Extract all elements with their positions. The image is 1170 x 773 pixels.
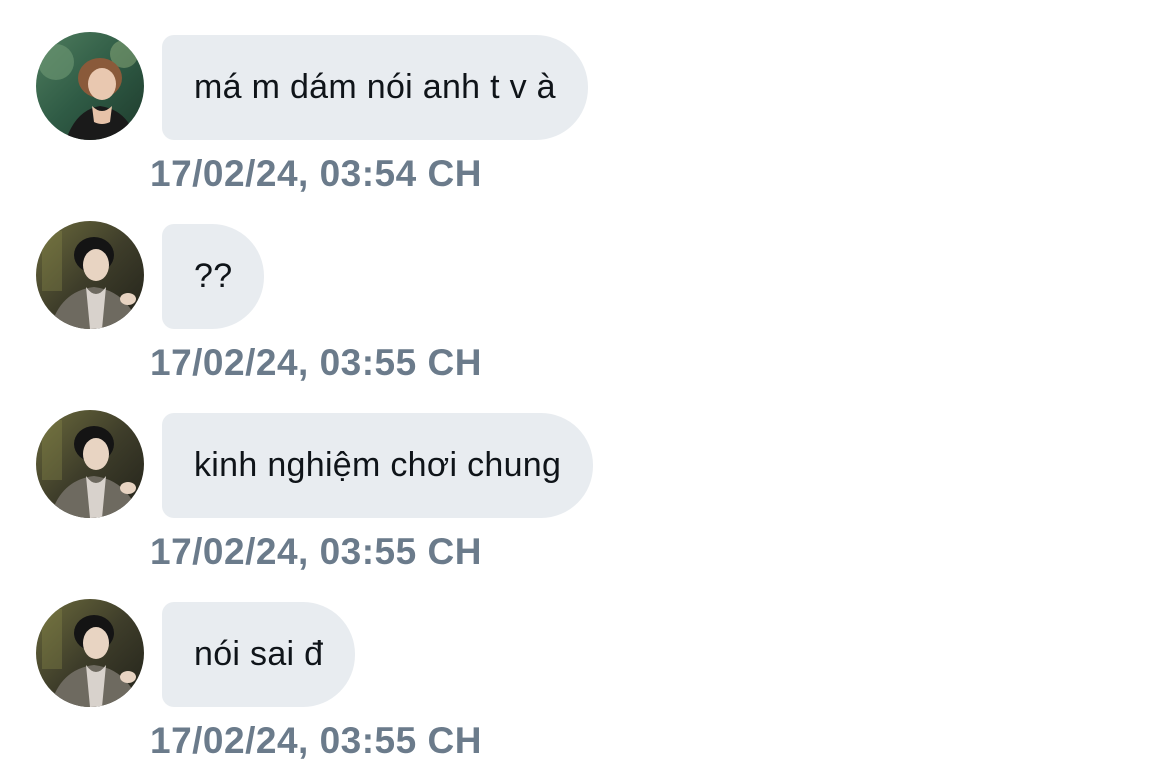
message-text: kinh nghiệm chơi chung [194, 446, 562, 484]
user-photo-icon [36, 410, 144, 518]
avatar[interactable] [36, 221, 144, 329]
message-row: kinh nghiệm chơi chung 17/02/24, 03:55 C… [0, 378, 1170, 572]
message-bubble[interactable]: ?? [162, 224, 265, 329]
message-bubble[interactable]: nói sai đ [162, 602, 356, 707]
message-row: nói sai đ 17/02/24, 03:55 CH [0, 567, 1170, 761]
message-text: nói sai đ [194, 635, 324, 673]
message-text: má m dám nói anh t v à [194, 68, 556, 106]
message-text: ?? [194, 257, 233, 295]
avatar[interactable] [36, 410, 144, 518]
message-bubble[interactable]: kinh nghiệm chơi chung [162, 413, 594, 518]
user-photo-icon [36, 599, 144, 707]
user-photo-icon [36, 221, 144, 329]
message-timestamp: 17/02/24, 03:55 CH [150, 720, 482, 761]
message-bubble[interactable]: má m dám nói anh t v à [162, 35, 588, 140]
avatar[interactable] [36, 599, 144, 707]
avatar[interactable] [36, 32, 144, 140]
user-photo-icon [36, 32, 144, 140]
message-row: má m dám nói anh t v à 17/02/24, 03:54 C… [0, 0, 1170, 194]
message-row: ?? 17/02/24, 03:55 CH [0, 189, 1170, 383]
